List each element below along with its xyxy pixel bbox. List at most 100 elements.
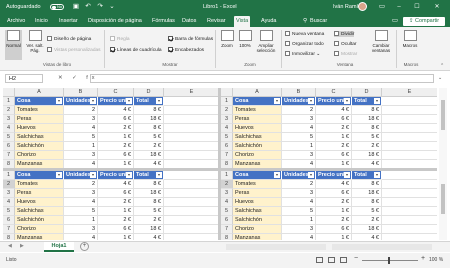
row-header[interactable]: 3 [221,115,233,124]
empty-cell[interactable] [164,106,218,115]
empty-cell[interactable] [382,133,437,142]
table-header-cell[interactable]: Total ▾ [352,171,382,180]
table-cell[interactable]: Huevos [233,198,282,207]
table-cell[interactable]: Peras [15,189,64,198]
table-cell[interactable]: 4 [282,160,316,168]
table-cell[interactable]: 3 [64,115,98,124]
table-cell[interactable]: Huevos [15,124,64,133]
table-cell[interactable]: Tomates [15,180,64,189]
filter-dropdown-icon[interactable]: ▾ [90,98,96,104]
table-cell[interactable]: 8 € [352,106,382,115]
table-header-cell[interactable]: Unidades ▾ [64,97,98,106]
table-cell[interactable]: 6 € [98,151,134,160]
table-cell[interactable]: Huevos [15,198,64,207]
zoom-selection-button[interactable]: Ampliar selección [255,30,277,60]
table-cell[interactable]: 2 € [316,216,352,225]
table-cell[interactable]: 18 € [352,151,382,160]
empty-cell[interactable] [382,234,437,240]
filter-dropdown-icon[interactable]: ▾ [344,98,350,104]
column-header[interactable]: A [233,88,282,97]
table-cell[interactable]: 4 [282,198,316,207]
page-layout-button[interactable]: Diseño de página [47,36,91,42]
filter-dropdown-icon[interactable]: ▾ [156,172,162,178]
new-window-button[interactable]: Nueva ventana [285,31,324,37]
table-cell[interactable]: 1 € [316,234,352,240]
table-cell[interactable]: 18 € [134,151,164,160]
empty-cell[interactable] [382,106,437,115]
row-header[interactable]: 5 [3,207,15,216]
tab-revisar[interactable]: Revisar [205,16,228,27]
avatar[interactable] [358,2,367,11]
table-cell[interactable]: Manzanas [15,160,64,168]
empty-cell[interactable] [382,142,437,151]
table-cell[interactable]: Huevos [233,124,282,133]
table-cell[interactable]: 2 € [316,142,352,151]
table-cell[interactable]: 4 € [352,160,382,168]
table-cell[interactable]: 4 € [134,234,164,240]
empty-cell[interactable] [164,160,218,168]
table-header-cell[interactable]: Total ▾ [352,97,382,106]
switch-windows-button[interactable]: Cambiar ventanas [368,30,394,60]
column-header[interactable]: B [64,88,98,97]
row-header[interactable]: 8 [3,160,15,168]
tab-formulas[interactable]: Fórmulas [150,16,177,27]
table-cell[interactable]: 5 € [352,133,382,142]
table-cell[interactable]: 2 € [98,124,134,133]
row-header[interactable]: 7 [221,151,233,160]
table-cell[interactable]: 5 [64,133,98,142]
table-cell[interactable]: 5 [282,207,316,216]
column-header[interactable]: C [316,88,352,97]
table-cell[interactable]: 2 [64,106,98,115]
customize-toolbar-icon[interactable]: ⌄ [108,3,116,11]
empty-cell[interactable] [382,115,437,124]
formula-input[interactable] [90,74,434,83]
empty-cell[interactable] [164,198,218,207]
ribbon-display-icon[interactable]: ▭ [378,3,386,11]
row-header[interactable]: 1 [221,171,233,180]
table-cell[interactable]: 2 € [98,142,134,151]
filter-dropdown-icon[interactable]: ▾ [308,98,314,104]
column-header[interactable]: E [164,88,218,97]
table-header-cell[interactable]: Total ▾ [134,97,164,106]
tab-ayuda[interactable]: Ayuda [259,16,279,27]
empty-cell[interactable] [382,180,437,189]
row-header[interactable]: 4 [3,124,15,133]
column-header[interactable]: D [352,88,382,97]
filter-dropdown-icon[interactable]: ▾ [56,172,62,178]
tab-archivo[interactable]: Archivo [5,16,27,27]
table-cell[interactable]: 8 € [134,198,164,207]
row-header[interactable]: 5 [221,207,233,216]
arrange-all-button[interactable]: Organizar todo [285,41,324,47]
zoom-button[interactable]: Zoom [219,30,235,60]
table-cell[interactable]: Tomates [233,106,282,115]
row-header[interactable]: 3 [3,115,15,124]
table-cell[interactable]: 3 [64,151,98,160]
table-cell[interactable]: Salchichas [15,207,64,216]
name-box[interactable]: H2 [5,74,43,83]
row-header[interactable]: 5 [3,133,15,142]
vertical-split-bar[interactable] [218,88,221,240]
table-cell[interactable]: 6 € [316,189,352,198]
table-header-cell[interactable]: Unidades ▾ [282,171,316,180]
table-cell[interactable]: 1 € [98,160,134,168]
filter-dropdown-icon[interactable]: ▾ [126,98,132,104]
comments-icon[interactable]: ▭ [391,17,399,25]
table-cell[interactable]: Salchichas [233,207,282,216]
pane-top-right[interactable]: A B C D E 1 Cosa ▾ Unidades ▾ Precio unit ▾ Total ▾ 2 T… [221,88,437,168]
tab-vista[interactable]: Vista [234,16,251,27]
share-button[interactable]: ⇪ Compartir [403,17,445,26]
table-cell[interactable]: Salchichón [15,216,64,225]
table-cell[interactable]: 4 € [134,160,164,168]
column-header[interactable]: E [382,88,437,97]
empty-cell[interactable] [164,216,218,225]
search-input[interactable]: ⚲ Buscar [303,17,363,26]
empty-cell[interactable] [164,207,218,216]
table-header-cell[interactable]: Total ▾ [134,171,164,180]
empty-cell[interactable] [164,171,218,180]
save-icon[interactable]: ▣ [72,3,80,11]
ruler-checkbox[interactable]: Regla [110,36,130,42]
table-cell[interactable]: 18 € [352,225,382,234]
table-cell[interactable]: 1 € [316,160,352,168]
zoom-slider[interactable] [362,260,418,261]
table-cell[interactable]: Chorizo [15,151,64,160]
